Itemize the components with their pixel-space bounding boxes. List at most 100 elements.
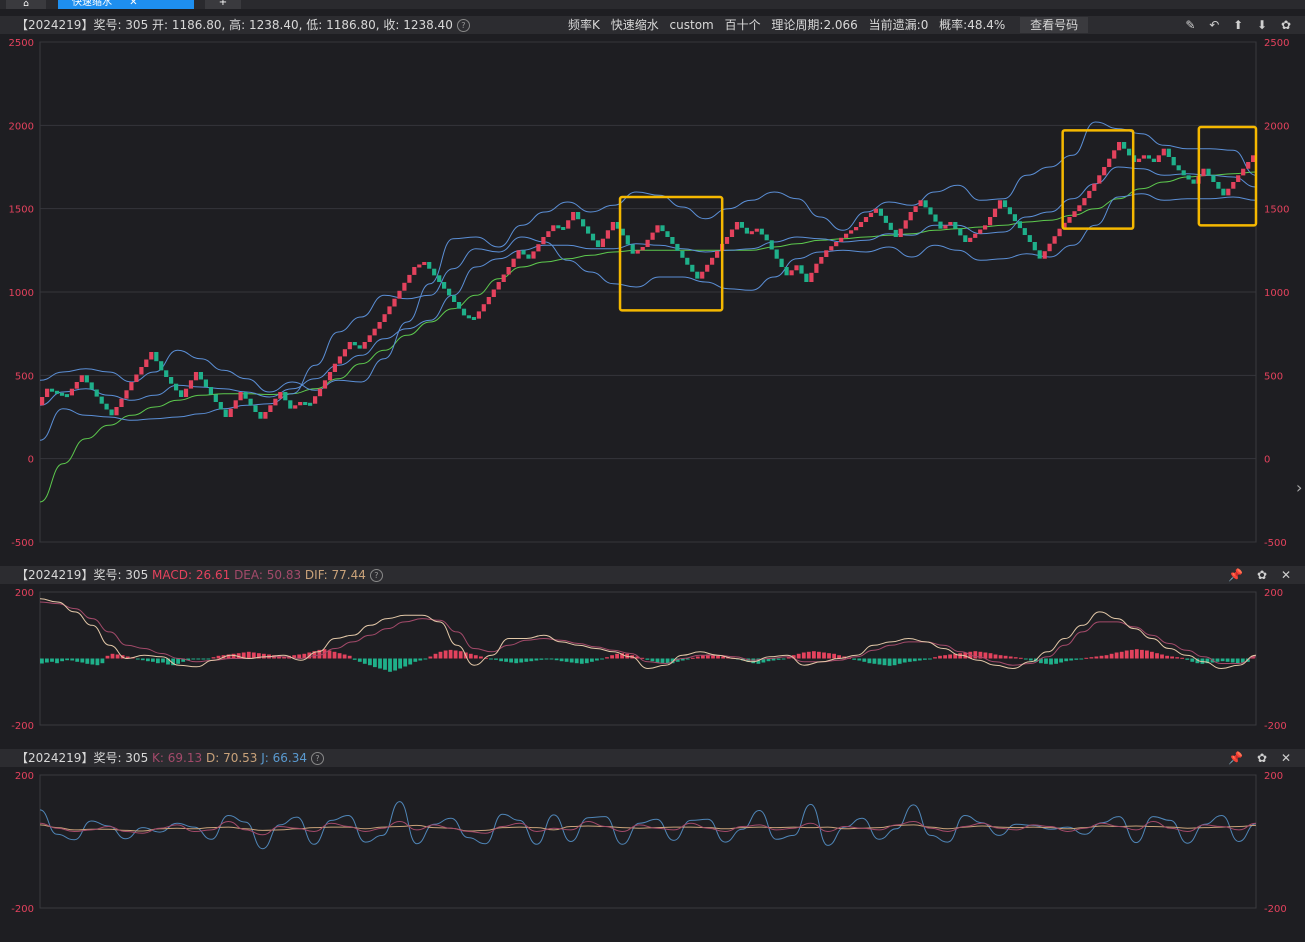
toolbar-item-freq[interactable]: 频率K [568,18,600,32]
up-icon[interactable]: ⬆ [1233,18,1243,32]
macd-bar [917,658,922,661]
add-tab-button[interactable]: + [205,0,241,9]
view-numbers-button[interactable]: 查看号码 [1020,17,1089,33]
candle [1027,235,1032,242]
macd-bar [453,650,458,659]
pin-icon[interactable]: 📌 [1228,568,1243,582]
candle [134,374,139,382]
settings-icon[interactable]: ✿ [1281,18,1291,32]
macd-bar [408,658,413,665]
main-panel-header: 【2024219】奖号: 305 开: 1186.80, 高: 1238.40,… [0,16,1305,34]
macd-bar [897,658,902,664]
candle [139,367,144,375]
macd-bar [1054,658,1058,664]
macd-bar [564,658,569,662]
toolbar-item-position[interactable]: 百十个 [725,18,761,32]
candle [744,227,749,234]
down-icon[interactable]: ⬇ [1257,18,1267,32]
macd-bar [650,658,655,662]
macd-bar [373,658,377,668]
candle [313,396,318,404]
candle [1017,221,1022,229]
candle [183,388,189,397]
macd-prefix: 【2024219】奖号: 305 [16,568,149,582]
candle [695,271,700,279]
candle [764,234,769,241]
edit-icon[interactable]: ✎ [1185,18,1195,32]
main-chart[interactable]: 2500 2500 2000 2000 1500 1500 1000 1000 500 500 0 0… [0,34,1305,556]
candle [188,380,194,389]
macd-bar [70,658,75,661]
candle [218,402,223,410]
candle [983,225,988,230]
candle [665,231,670,237]
pin-icon[interactable]: 📌 [1228,751,1243,765]
macd-chart[interactable]: 200 200 -200 -200 [0,584,1305,734]
settings-icon[interactable]: ✿ [1257,568,1267,582]
close-icon[interactable]: ✕ [1281,568,1291,582]
toolbar-item-custom[interactable]: custom [670,18,714,32]
macd-bar [988,653,993,659]
y-tick-left: 2500 [9,38,34,49]
macd-bar [600,658,604,660]
candle [938,221,943,229]
help-icon[interactable]: ? [369,569,383,582]
toolbar-item-filter[interactable]: 快速缩水 [611,18,659,32]
tab-close-icon[interactable]: ✕ [129,0,137,8]
candle [422,262,427,265]
macd-bar [867,658,872,664]
close-icon[interactable]: ✕ [1281,751,1291,765]
candle [953,222,958,229]
macd-bar [806,651,811,659]
candle [759,228,764,235]
candle [1136,158,1142,162]
help-icon[interactable]: ? [456,19,470,32]
candle [561,227,566,230]
candle [650,232,655,240]
macd-bar [958,653,963,659]
macd-bar [458,651,463,659]
candle [873,208,878,213]
candle [466,315,471,319]
back-icon[interactable]: ↶ [1209,18,1219,32]
candle [49,388,55,392]
candle [1206,168,1211,176]
candle [1032,242,1037,251]
macd-bar [1140,649,1144,659]
macd-bar [1079,658,1084,660]
candle [556,225,561,229]
candle [64,394,69,398]
macd-bar [716,655,720,659]
candle [516,250,521,259]
candle [54,390,60,394]
candle [308,402,313,406]
macd-bar [201,658,206,660]
candle [174,383,179,391]
home-tab[interactable]: ⌂ [6,0,46,9]
macd-bar [1064,658,1069,662]
help-icon[interactable]: ? [311,752,324,765]
candle [839,237,844,242]
y-tick-left: 2000 [9,121,34,132]
candle [208,387,213,395]
macd-bar [509,658,513,663]
macd-bar [383,658,387,670]
candle [610,222,615,231]
candle [69,388,74,396]
candle [700,271,705,279]
kdj-chart[interactable]: 200 200 -200 -200 [0,767,1305,917]
macd-bar [327,650,332,659]
macd-bar [514,658,519,664]
macd-bar [1165,655,1169,659]
macd-bar [1044,658,1048,664]
mid-band-line [39,166,1257,406]
settings-icon[interactable]: ✿ [1257,751,1267,765]
y-tick-left: -200 [11,904,34,915]
chevron-right-icon[interactable]: › [1296,478,1302,497]
candle [1087,190,1092,199]
macd-bar [751,658,756,664]
j-line [39,801,1257,850]
candle [511,258,516,267]
candle [868,212,874,217]
tab-fast-filter[interactable]: 快速缩水 ✕ [58,0,194,9]
